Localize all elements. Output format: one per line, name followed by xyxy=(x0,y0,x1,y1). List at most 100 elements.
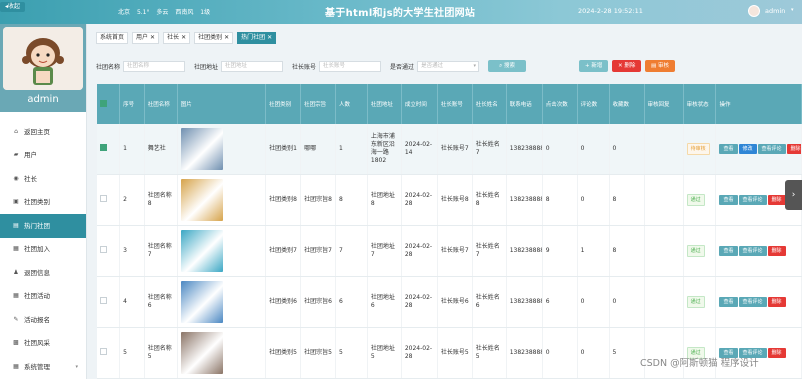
audit-reply xyxy=(644,124,684,175)
comment-count: 0 xyxy=(577,276,610,328)
favorite-count: 5 xyxy=(609,327,645,379)
tab-hot-clubs[interactable]: 热门社团 ✕ xyxy=(237,32,277,44)
caret-down-icon[interactable]: ▾ xyxy=(791,7,794,13)
favorite-count: 0 xyxy=(609,276,645,328)
club-name-input[interactable]: 社团名称 xyxy=(123,60,186,72)
view-button[interactable]: 查看 xyxy=(719,195,738,205)
status-cell: 通过 xyxy=(683,225,717,277)
delete-row-button[interactable]: 删除 xyxy=(767,246,786,256)
close-icon[interactable]: ✕ xyxy=(181,34,186,41)
table-row[interactable]: 3 社团名称7 社团类别7 社团宗旨7 7 社团地址7 2024-02-28 社长账号7 社长姓… xyxy=(97,225,802,277)
view-comments-button[interactable]: 查看评论 xyxy=(738,246,767,256)
club-thumbnail[interactable] xyxy=(180,128,223,170)
table-row[interactable]: 5 社团名称5 社团类别5 社团宗旨5 5 社团地址5 2024-02-28 社长账号5 社长姓… xyxy=(97,327,802,379)
category-icon: ▣ xyxy=(13,198,19,206)
sidebar-item-club-join[interactable]: ▦ 社团加入 xyxy=(0,238,86,262)
member-count: 1 xyxy=(335,124,368,175)
sidebar-item-label: 热门社团 xyxy=(24,221,50,230)
user-name[interactable]: admin xyxy=(765,7,785,15)
club-address: 社团地址7 xyxy=(367,225,402,277)
sidebar-item-club-style[interactable]: ▩ 社团风采 xyxy=(0,332,86,356)
user-avatar[interactable] xyxy=(748,5,760,17)
status-badge: 通过 xyxy=(686,194,705,206)
sidebar-item-hot-clubs[interactable]: ▤ 热门社团 xyxy=(0,214,86,238)
sidebar-item-system[interactable]: ▦ 系统管理 ▾ xyxy=(0,355,86,379)
close-icon[interactable]: ✕ xyxy=(224,34,229,41)
delete-row-button[interactable]: 删除 xyxy=(767,195,786,205)
sidebar-item-label: 退团信息 xyxy=(24,268,50,277)
tab-leader[interactable]: 社长 ✕ xyxy=(163,32,191,44)
club-thumbnail[interactable] xyxy=(180,332,223,374)
top-bar: ◂收起 北京 5.1° 多云 西南风 1级 基于html和js的大学生社团网站 … xyxy=(0,0,802,24)
approved-select[interactable]: 是否通过 xyxy=(417,60,480,72)
view-button[interactable]: 查看 xyxy=(719,297,738,307)
phone: 13823888887 xyxy=(506,124,543,175)
row-select-cell[interactable] xyxy=(97,276,121,328)
image-cell xyxy=(177,276,267,328)
collapse-sidebar-button[interactable]: ◂收起 xyxy=(0,2,25,12)
profile-panel: admin xyxy=(0,24,86,112)
actions-cell: 查看 查看评论 删除 xyxy=(715,276,802,328)
table-row[interactable]: 2 社团名称8 社团类别8 社团宗旨8 8 社团地址8 2024-02-28 社长账号8 社长姓… xyxy=(97,174,802,226)
row-checkbox[interactable] xyxy=(100,348,107,355)
leader-account: 社长账号8 xyxy=(437,174,473,226)
row-select-cell[interactable] xyxy=(97,174,121,226)
table-row[interactable]: 4 社团名称6 社团类别6 社团宗旨6 6 社团地址6 2024-02-28 社长账号6 社长姓… xyxy=(97,276,802,328)
audit-reply xyxy=(644,174,684,226)
club-address: 上海市浦东新区沿海一路1802 xyxy=(367,124,402,175)
current-datetime: 2024-2-28 19:52:11 xyxy=(578,7,643,15)
club-name: 社团名称7 xyxy=(144,225,178,277)
add-button[interactable]: + 新增 xyxy=(579,60,609,72)
row-checkbox[interactable] xyxy=(100,297,107,304)
audit-button[interactable]: ▤ 审核 xyxy=(645,60,675,72)
cartoon-avatar-icon xyxy=(3,27,83,90)
view-comments-button[interactable]: 查看评论 xyxy=(738,297,767,307)
delete-row-button[interactable]: 删除 xyxy=(767,348,786,358)
audit-reply xyxy=(644,225,684,277)
sidebar-item-club-category[interactable]: ▣ 社团类别 xyxy=(0,191,86,215)
row-checkbox[interactable] xyxy=(100,195,107,202)
club-purpose: 社团宗旨7 xyxy=(300,225,337,277)
view-comments-button[interactable]: 查看评论 xyxy=(757,144,786,154)
sidebar-item-quit-info[interactable]: ♟ 退团信息 xyxy=(0,261,86,285)
activity-icon: ▦ xyxy=(13,292,19,300)
tab-club-category[interactable]: 社团类别 ✕ xyxy=(194,32,234,44)
table-row[interactable]: 1 舞艺社 社团类别1 哪哪 1 上海市浦东新区沿海一路1802 2024-02-14 社长账… xyxy=(97,124,802,175)
select-all-cell[interactable] xyxy=(97,84,121,124)
close-icon[interactable]: ✕ xyxy=(150,34,155,41)
view-button[interactable]: 查看 xyxy=(719,144,738,154)
close-icon[interactable]: ✕ xyxy=(267,34,272,41)
scroll-right-button[interactable]: › xyxy=(785,180,802,210)
click-count: 6 xyxy=(542,276,578,328)
header-leader-account: 社长账号 xyxy=(437,84,473,124)
sidebar-item-activity-signup[interactable]: ✎ 活动报名 xyxy=(0,308,86,332)
row-checkbox[interactable] xyxy=(100,144,107,151)
view-comments-button[interactable]: 查看评论 xyxy=(738,195,767,205)
edit-button[interactable]: 修改 xyxy=(738,144,757,154)
row-checkbox[interactable] xyxy=(100,246,107,253)
club-thumbnail[interactable] xyxy=(180,230,223,272)
tab-users[interactable]: 用户 ✕ xyxy=(132,32,160,44)
row-select-cell[interactable] xyxy=(97,124,121,175)
club-thumbnail[interactable] xyxy=(180,179,223,221)
view-button[interactable]: 查看 xyxy=(719,246,738,256)
delete-button[interactable]: ✕ 删除 xyxy=(612,60,642,72)
sidebar-item-club-activity[interactable]: ▦ 社团活动 xyxy=(0,285,86,309)
club-thumbnail[interactable] xyxy=(180,281,223,323)
row-select-cell[interactable] xyxy=(97,327,121,379)
delete-row-button[interactable]: 删除 xyxy=(786,144,801,154)
search-button[interactable]: ⌕ 搜索 xyxy=(488,60,527,72)
audit-icon: ▤ xyxy=(651,63,658,69)
sidebar-item-leader[interactable]: ◉ 社长 xyxy=(0,167,86,191)
delete-row-button[interactable]: 删除 xyxy=(767,297,786,307)
founded-date: 2024-02-28 xyxy=(401,225,438,277)
club-address-input[interactable]: 社团地址 xyxy=(221,60,284,72)
tab-home[interactable]: 系统首页 xyxy=(96,32,129,44)
select-all-checkbox[interactable] xyxy=(100,99,107,107)
exit-icon: ♟ xyxy=(13,268,19,276)
sidebar-item-users[interactable]: ▰ 用户 xyxy=(0,144,86,168)
club-purpose: 社团宗旨6 xyxy=(300,276,337,328)
leader-account-input[interactable]: 社长账号 xyxy=(319,60,382,72)
sidebar-item-home[interactable]: ⌂ 返回主页 xyxy=(0,120,86,144)
row-select-cell[interactable] xyxy=(97,225,121,277)
